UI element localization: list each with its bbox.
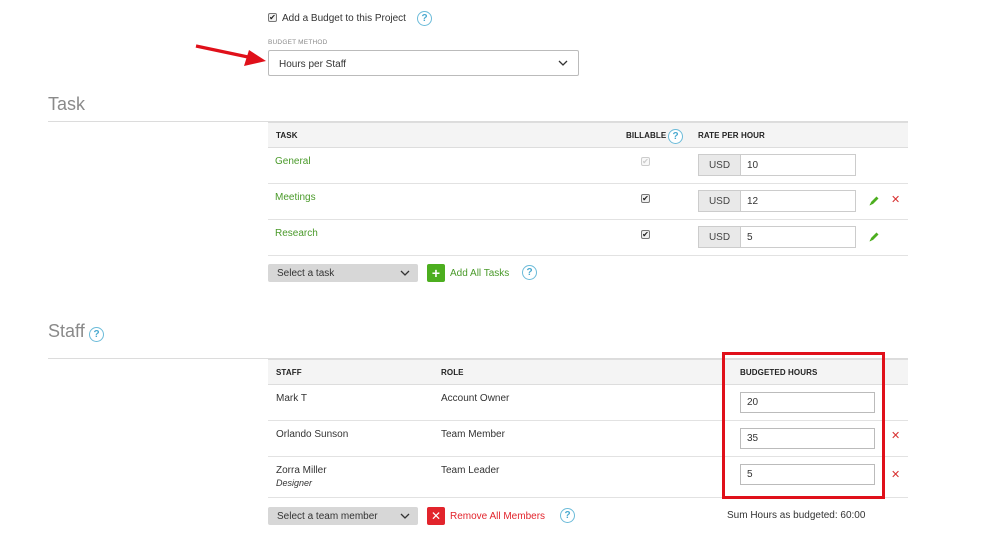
rate-input[interactable]: USD 5 (698, 226, 856, 248)
staff-name: Orlando Sunson (276, 429, 349, 440)
add-all-tasks-button[interactable]: + (427, 264, 445, 282)
add-budget-label: Add a Budget to this Project (282, 13, 406, 24)
sum-hours-label: Sum Hours as budgeted: 60:00 (727, 510, 866, 521)
billable-checkbox[interactable]: ✔ (641, 157, 650, 166)
currency-label: USD (699, 227, 741, 247)
staff-name: Zorra Miller (276, 465, 327, 476)
currency-label: USD (699, 155, 741, 175)
rate-value: 12 (747, 195, 759, 207)
staff-name: Mark T (276, 393, 307, 404)
staff-subtitle: Designer (276, 478, 313, 488)
add-budget-checkbox[interactable]: ✔ (268, 13, 277, 22)
billable-checkbox[interactable]: ✔ (641, 194, 650, 203)
row-divider (268, 183, 908, 184)
staff-col-header: STAFF (276, 368, 302, 377)
close-icon[interactable]: ✕ (891, 431, 900, 442)
plus-icon: + (431, 265, 441, 281)
task-row-meetings[interactable]: Meetings (275, 192, 316, 203)
remove-all-members-link[interactable]: Remove All Members (450, 511, 545, 522)
help-icon[interactable]: ? (89, 327, 104, 342)
rate-input[interactable]: USD 10 (698, 154, 856, 176)
select-team-member-dropdown[interactable]: Select a team member (268, 507, 418, 525)
select-task-dropdown[interactable]: Select a task (268, 264, 418, 282)
check-icon: ✔ (269, 12, 276, 22)
help-icon[interactable]: ? (668, 129, 683, 144)
task-col-header: TASK (276, 131, 298, 140)
staff-role: Team Leader (441, 465, 500, 476)
close-icon: ✕ (430, 509, 442, 523)
rate-value: 5 (747, 231, 753, 243)
close-icon[interactable]: ✕ (891, 195, 900, 206)
pencil-icon[interactable] (868, 231, 880, 243)
select-task-placeholder: Select a task (277, 267, 335, 279)
task-table-header (268, 122, 908, 148)
task-row-research[interactable]: Research (275, 228, 318, 239)
remove-all-members-button[interactable]: ✕ (427, 507, 445, 525)
close-icon[interactable]: ✕ (891, 470, 900, 481)
row-divider (268, 219, 908, 220)
pencil-icon[interactable] (868, 195, 880, 207)
help-icon[interactable]: ? (522, 265, 537, 280)
budget-method-label: BUDGET METHOD (268, 39, 328, 46)
select-team-member-placeholder: Select a team member (277, 510, 378, 522)
task-section-title: Task (48, 94, 86, 114)
rate-col-header: RATE PER HOUR (698, 131, 765, 140)
task-row-general[interactable]: General (275, 156, 311, 167)
billable-checkbox[interactable]: ✔ (641, 230, 650, 239)
rate-value: 10 (747, 159, 759, 171)
budget-method-select[interactable]: Hours per Staff (268, 50, 579, 76)
billable-col-header: BILLABLE (626, 131, 667, 140)
staff-role: Team Member (441, 429, 505, 440)
check-icon: ✔ (642, 193, 649, 203)
budget-method-value: Hours per Staff (279, 59, 347, 70)
chevron-down-icon (558, 60, 568, 66)
rate-input[interactable]: USD 12 (698, 190, 856, 212)
help-icon[interactable]: ? (417, 11, 432, 26)
arrow-annotation (195, 44, 266, 66)
check-icon: ✔ (642, 229, 649, 239)
row-divider (268, 255, 908, 256)
highlight-box-annotation (722, 352, 885, 499)
currency-label: USD (699, 191, 741, 211)
role-col-header: ROLE (441, 368, 464, 377)
add-all-tasks-link[interactable]: Add All Tasks (450, 268, 509, 279)
staff-section-title: Staff (48, 321, 85, 341)
check-icon: ✔ (642, 156, 649, 166)
chevron-down-icon (400, 513, 410, 519)
help-icon[interactable]: ? (560, 508, 575, 523)
staff-role: Account Owner (441, 393, 510, 404)
chevron-down-icon (400, 270, 410, 276)
